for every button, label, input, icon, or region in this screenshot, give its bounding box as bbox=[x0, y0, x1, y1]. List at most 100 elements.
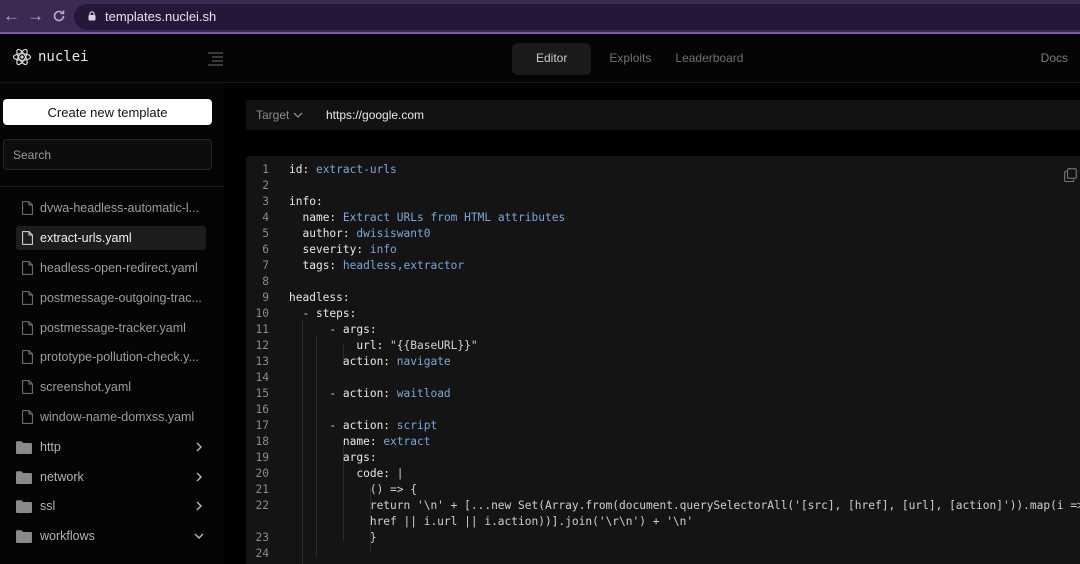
file-item[interactable]: screenshot.yaml bbox=[16, 375, 206, 399]
lock-icon bbox=[88, 11, 96, 21]
code-text: args: bbox=[289, 450, 377, 466]
file-item-selected[interactable]: extract-urls.yaml bbox=[16, 226, 206, 250]
nuclei-logo[interactable]: nuclei bbox=[12, 47, 89, 67]
code-line: 11 - args: bbox=[246, 322, 1080, 338]
file-icon bbox=[22, 261, 33, 275]
line-number: 21 bbox=[255, 483, 269, 496]
tab-exploits[interactable]: Exploits bbox=[597, 43, 663, 75]
file-item[interactable]: prototype-pollution-check.y... bbox=[16, 345, 206, 369]
line-number: 24 bbox=[255, 547, 269, 560]
file-item[interactable]: window-name-domxss.yaml bbox=[16, 405, 206, 429]
code-line: 13 action: navigate bbox=[246, 354, 1080, 370]
code-text: - args: bbox=[289, 323, 377, 336]
yaml-key: name: bbox=[342, 435, 377, 448]
chevron-right-icon bbox=[196, 472, 202, 482]
line-number: 9 bbox=[262, 291, 269, 304]
code-text: headless: bbox=[289, 290, 350, 306]
yaml-key: headless: bbox=[289, 291, 350, 304]
line-number: 20 bbox=[255, 467, 269, 480]
code-line: 17 - action: script bbox=[246, 418, 1080, 434]
code-line: 24 bbox=[246, 546, 1080, 562]
line-number: 11 bbox=[255, 323, 269, 336]
docs-link[interactable]: Docs bbox=[1041, 51, 1068, 65]
file-label: postmessage-tracker.yaml bbox=[40, 321, 186, 335]
code-line: href || i.url || i.action))].join('\r\n'… bbox=[246, 514, 1080, 530]
chevron-right-icon bbox=[196, 442, 202, 452]
code-line: 20 code: | bbox=[246, 466, 1080, 482]
line-number: 3 bbox=[262, 195, 269, 208]
folder-icon bbox=[16, 470, 32, 484]
folder-item-network[interactable]: network bbox=[16, 465, 208, 489]
back-arrow-icon[interactable]: ← bbox=[3, 7, 20, 25]
code-text: () => { bbox=[289, 482, 417, 498]
yaml-value: Extract URLs from HTML attributes bbox=[336, 211, 566, 224]
file-item[interactable]: postmessage-tracker.yaml bbox=[16, 316, 206, 340]
atom-icon bbox=[12, 48, 32, 66]
line-number: 4 bbox=[262, 211, 269, 224]
create-template-button[interactable]: Create new template bbox=[3, 99, 212, 125]
file-icon bbox=[22, 231, 33, 245]
file-icon bbox=[22, 350, 33, 364]
code-text: name: extract bbox=[289, 434, 431, 450]
folder-item-workflows[interactable]: workflows bbox=[16, 524, 208, 548]
folder-label: ssl bbox=[40, 499, 56, 513]
file-item[interactable]: dvwa-headless-automatic-l... bbox=[16, 196, 206, 220]
tab-leaderboard[interactable]: Leaderboard bbox=[663, 43, 755, 75]
yaml-string: "{{BaseURL}}" bbox=[383, 339, 478, 352]
code-line: 8 bbox=[246, 274, 1080, 290]
code-line: 3 info: bbox=[246, 194, 1080, 210]
code-text: author: dwisiswant0 bbox=[289, 226, 430, 242]
yaml-value: extract bbox=[376, 435, 431, 448]
line-number: 17 bbox=[255, 419, 269, 432]
search-input[interactable] bbox=[3, 139, 212, 170]
file-item[interactable]: postmessage-outgoing-trac... bbox=[16, 286, 206, 310]
sidebar-divider bbox=[0, 186, 224, 187]
yaml-key: info: bbox=[289, 195, 323, 208]
code-text: action: navigate bbox=[289, 354, 451, 370]
file-icon bbox=[22, 410, 33, 424]
code-text: - action: script bbox=[289, 419, 438, 432]
forward-arrow-icon[interactable]: → bbox=[27, 7, 44, 25]
folder-item-http[interactable]: http bbox=[16, 435, 208, 459]
code-line: 14 bbox=[246, 370, 1080, 386]
code-line: 19 args: bbox=[246, 450, 1080, 466]
code-line: 1 id: extract-urls bbox=[246, 162, 1080, 178]
file-item[interactable]: headless-open-redirect.yaml bbox=[16, 256, 206, 280]
code-line: 23 } bbox=[246, 530, 1080, 546]
code-text: code: | bbox=[289, 466, 403, 482]
menu-icon[interactable] bbox=[208, 52, 223, 66]
tab-editor[interactable]: Editor bbox=[512, 43, 592, 75]
folder-item-ssl[interactable]: ssl bbox=[16, 494, 208, 518]
code-text: severity: info bbox=[289, 242, 397, 258]
folder-icon bbox=[16, 440, 32, 454]
yaml-key: action: bbox=[342, 355, 391, 368]
yaml-value: info bbox=[363, 243, 397, 256]
code-text: href || i.url || i.action))].join('\r\n'… bbox=[289, 514, 693, 530]
address-bar[interactable]: templates.nuclei.sh bbox=[74, 4, 1080, 30]
reload-icon[interactable] bbox=[52, 9, 66, 23]
chevron-down-icon[interactable] bbox=[293, 111, 303, 119]
line-number: 1 bbox=[262, 163, 269, 176]
line-number: 15 bbox=[255, 387, 269, 400]
file-label: extract-urls.yaml bbox=[40, 231, 132, 245]
code-line: 7 tags: headless,extractor bbox=[246, 258, 1080, 274]
script-code: href || i.url || i.action))].join('\r\n'… bbox=[369, 515, 694, 528]
target-url-input[interactable]: https://google.com bbox=[326, 108, 424, 122]
yaml-key: tags: bbox=[302, 259, 337, 272]
code-line: 10 - steps: bbox=[246, 306, 1080, 322]
logo-text: nuclei bbox=[38, 49, 89, 65]
code-line: 5 author: dwisiswant0 bbox=[246, 226, 1080, 242]
code-editor[interactable]: 1 id: extract-urls 2 3 info: 4 name: Extract … bbox=[246, 156, 1080, 564]
target-dropdown-label[interactable]: Target bbox=[256, 108, 289, 122]
file-icon bbox=[22, 291, 33, 305]
file-label: screenshot.yaml bbox=[40, 380, 132, 394]
code-line: 4 name: Extract URLs from HTML attribute… bbox=[246, 210, 1080, 226]
yaml-key: steps: bbox=[315, 307, 357, 320]
sidebar: Create new template dvwa-headless-automa… bbox=[0, 83, 224, 564]
yaml-value: waitload bbox=[390, 387, 451, 400]
code-line: 16 bbox=[246, 402, 1080, 418]
file-label: window-name-domxss.yaml bbox=[40, 410, 195, 424]
code-line: 15 - action: waitload bbox=[246, 386, 1080, 402]
folder-label: network bbox=[40, 470, 84, 484]
code-text: return '\n' + [...new Set(Array.from(doc… bbox=[289, 498, 1080, 514]
